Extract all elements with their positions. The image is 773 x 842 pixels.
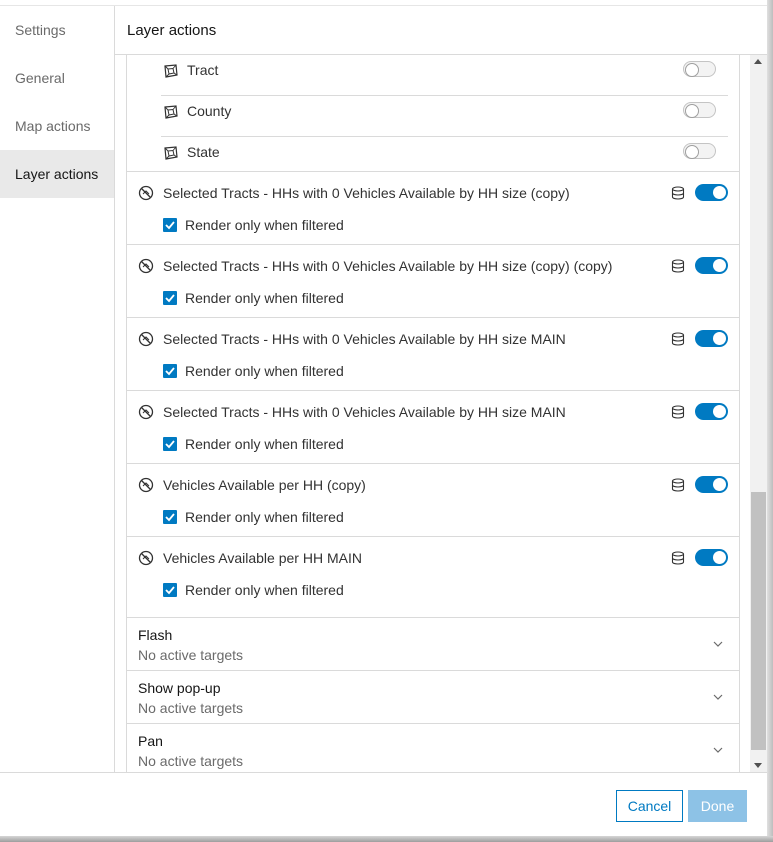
database-icon bbox=[671, 551, 685, 565]
layer-row: Selected Tracts - HHs with 0 Vehicles Av… bbox=[127, 390, 739, 463]
action-title: Flash bbox=[138, 627, 173, 643]
database-icon bbox=[671, 332, 685, 346]
action-title: Pan bbox=[138, 733, 163, 749]
render-filtered-checkbox[interactable] bbox=[163, 364, 177, 378]
layer-toggle[interactable] bbox=[695, 549, 728, 566]
layer-row: Selected Tracts - HHs with 0 Vehicles Av… bbox=[127, 171, 739, 244]
render-filtered-checkbox[interactable] bbox=[163, 510, 177, 524]
unavailable-layer-icon bbox=[138, 331, 154, 347]
chevron-down-icon bbox=[713, 747, 723, 753]
scroll-down-arrow-icon[interactable] bbox=[754, 763, 762, 768]
action-status: No active targets bbox=[138, 753, 244, 769]
layer-toggle[interactable] bbox=[695, 476, 728, 493]
checkmark-icon bbox=[165, 440, 175, 449]
layer-row: Selected Tracts - HHs with 0 Vehicles Av… bbox=[127, 244, 739, 317]
unavailable-layer-icon bbox=[138, 477, 154, 493]
page-title: Layer actions bbox=[127, 22, 217, 39]
vertical-scrollbar[interactable] bbox=[750, 55, 767, 772]
database-icon bbox=[671, 259, 685, 273]
chevron-down-icon bbox=[713, 694, 723, 700]
layer-row: Selected Tracts - HHs with 0 Vehicles Av… bbox=[127, 317, 739, 390]
checkmark-icon bbox=[165, 221, 175, 230]
database-icon bbox=[671, 405, 685, 419]
layer-actions-list[interactable]: Tract County State Selected Tracts - HHs… bbox=[126, 55, 740, 772]
action-title: Show pop-up bbox=[138, 680, 221, 696]
polygon-layer-icon bbox=[164, 105, 178, 119]
polygon-layer-icon bbox=[164, 64, 178, 78]
layer-label: Selected Tracts - HHs with 0 Vehicles Av… bbox=[163, 404, 566, 420]
layer-label: Selected Tracts - HHs with 0 Vehicles Av… bbox=[163, 258, 613, 274]
action-status: No active targets bbox=[138, 647, 244, 663]
sidebar-item-layer-actions[interactable]: Layer actions bbox=[0, 150, 114, 198]
action-show-popup-accordion[interactable]: Show pop-up No active targets bbox=[127, 670, 739, 723]
unavailable-layer-icon bbox=[138, 185, 154, 201]
layer-label: Selected Tracts - HHs with 0 Vehicles Av… bbox=[163, 331, 566, 347]
render-filtered-checkbox[interactable] bbox=[163, 218, 177, 232]
render-filtered-checkbox[interactable] bbox=[163, 291, 177, 305]
done-button[interactable]: Done bbox=[688, 790, 747, 822]
action-pan-accordion[interactable]: Pan No active targets bbox=[127, 723, 739, 772]
render-filtered-label: Render only when filtered bbox=[185, 363, 344, 379]
action-flash-accordion[interactable]: Flash No active targets bbox=[127, 617, 739, 670]
sublayer-row-tract: Tract bbox=[161, 55, 728, 96]
checkmark-icon bbox=[165, 367, 175, 376]
polygon-layer-icon bbox=[164, 146, 178, 160]
render-filtered-label: Render only when filtered bbox=[185, 290, 344, 306]
sublayer-row-county: County bbox=[161, 96, 728, 137]
database-icon bbox=[671, 478, 685, 492]
layer-actions-dialog: Settings General Map actions Layer actio… bbox=[0, 0, 773, 842]
render-filtered-checkbox[interactable] bbox=[163, 583, 177, 597]
unavailable-layer-icon bbox=[138, 258, 154, 274]
unavailable-layer-icon bbox=[138, 550, 154, 566]
cancel-button[interactable]: Cancel bbox=[616, 790, 683, 822]
scroll-up-arrow-icon[interactable] bbox=[754, 59, 762, 64]
scrollbar-thumb[interactable] bbox=[751, 492, 766, 750]
panel-header: Layer actions bbox=[115, 6, 767, 55]
unavailable-layer-icon bbox=[138, 404, 154, 420]
chevron-down-icon bbox=[713, 641, 723, 647]
layer-toggle[interactable] bbox=[695, 184, 728, 201]
render-filtered-label: Render only when filtered bbox=[185, 436, 344, 452]
window-shadow-bottom bbox=[0, 836, 773, 842]
sublayer-label: Tract bbox=[187, 62, 219, 78]
layer-toggle[interactable] bbox=[695, 403, 728, 420]
layer-row: Vehicles Available per HH (copy) Render … bbox=[127, 463, 739, 536]
sidebar-item-general[interactable]: General bbox=[0, 54, 114, 102]
sidebar-item-map-actions[interactable]: Map actions bbox=[0, 102, 114, 150]
checkmark-icon bbox=[165, 294, 175, 303]
sublayer-label: State bbox=[187, 144, 220, 160]
render-filtered-label: Render only when filtered bbox=[185, 582, 344, 598]
window-shadow-right bbox=[767, 0, 773, 842]
layer-label: Vehicles Available per HH MAIN bbox=[163, 550, 362, 566]
settings-sidebar: Settings General Map actions Layer actio… bbox=[0, 6, 115, 772]
checkmark-icon bbox=[165, 586, 175, 595]
sublayer-toggle[interactable] bbox=[683, 61, 716, 77]
layer-toggle[interactable] bbox=[695, 330, 728, 347]
database-icon bbox=[671, 186, 685, 200]
layer-toggle[interactable] bbox=[695, 257, 728, 274]
layer-label: Vehicles Available per HH (copy) bbox=[163, 477, 366, 493]
layer-label: Selected Tracts - HHs with 0 Vehicles Av… bbox=[163, 185, 570, 201]
sublayer-label: County bbox=[187, 103, 232, 119]
layer-row: Vehicles Available per HH MAIN Render on… bbox=[127, 536, 739, 609]
sidebar-item-settings[interactable]: Settings bbox=[0, 6, 114, 54]
render-filtered-checkbox[interactable] bbox=[163, 437, 177, 451]
dialog-footer: Cancel Done bbox=[0, 772, 767, 836]
sublayer-toggle[interactable] bbox=[683, 102, 716, 118]
sublayer-toggle[interactable] bbox=[683, 143, 716, 159]
render-filtered-label: Render only when filtered bbox=[185, 509, 344, 525]
checkmark-icon bbox=[165, 513, 175, 522]
render-filtered-label: Render only when filtered bbox=[185, 217, 344, 233]
action-status: No active targets bbox=[138, 700, 244, 716]
